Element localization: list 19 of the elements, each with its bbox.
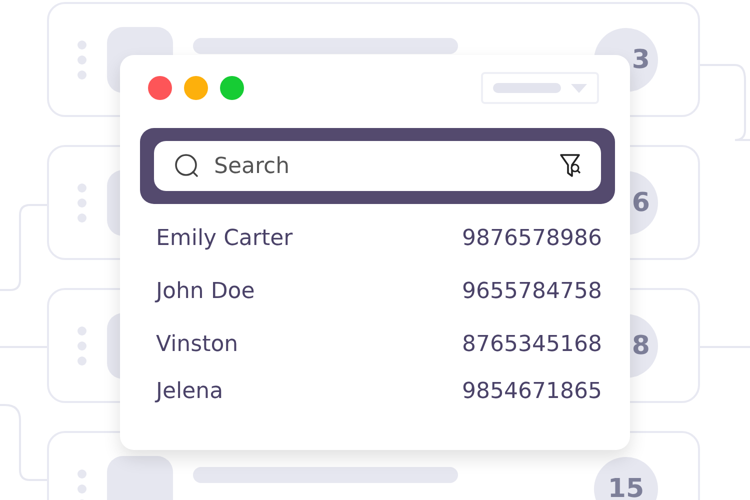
caret-icon xyxy=(571,84,587,92)
count-badge: 15 xyxy=(594,456,658,500)
contact-name: Emily Carter xyxy=(156,226,293,251)
contact-name: Vinston xyxy=(156,332,238,357)
search-bar[interactable]: Search xyxy=(154,141,601,191)
contact-name: Jelena xyxy=(156,379,224,404)
filter-icon[interactable] xyxy=(559,153,583,179)
contact-name: John Doe xyxy=(156,279,255,304)
minimize-button[interactable] xyxy=(184,76,208,100)
search-icon xyxy=(174,153,200,179)
dots-icon xyxy=(77,40,87,80)
dropdown[interactable] xyxy=(481,72,599,104)
search-input[interactable]: Search xyxy=(212,152,547,180)
close-button[interactable] xyxy=(148,76,172,100)
dots-icon xyxy=(77,182,87,222)
phone-number: 9655784758 xyxy=(462,279,602,304)
phone-number: 9854671865 xyxy=(462,379,602,404)
dots-icon xyxy=(77,326,87,366)
maximize-button[interactable] xyxy=(220,76,244,100)
